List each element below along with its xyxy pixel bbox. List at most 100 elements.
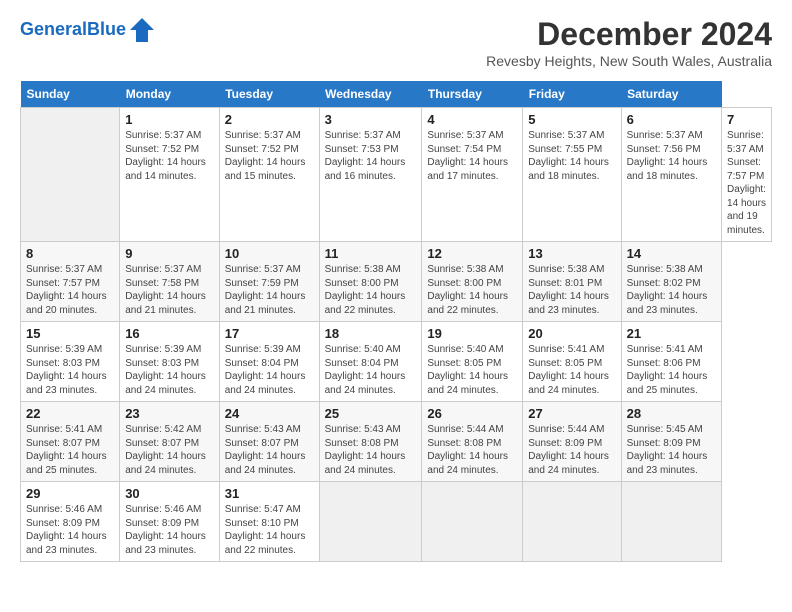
header-row: GeneralBlue December 2024 Revesby Height… [20, 16, 772, 77]
calendar-cell: 3 Sunrise: 5:37 AM Sunset: 7:53 PM Daylig… [319, 108, 422, 242]
calendar-cell: 6 Sunrise: 5:37 AM Sunset: 7:56 PM Daylig… [621, 108, 721, 242]
day-detail: Sunrise: 5:47 AM Sunset: 8:10 PM Dayligh… [225, 503, 314, 557]
logo-icon [128, 16, 156, 44]
calendar-week-4: 22 Sunrise: 5:41 AM Sunset: 8:07 PM Dayli… [21, 402, 772, 482]
calendar-cell: 2Sunrise: 5:37 AM Sunset: 7:52 PM Daylig… [219, 108, 319, 242]
day-number: 3 [325, 112, 417, 127]
calendar-cell: 11 Sunrise: 5:38 AM Sunset: 8:00 PM Dayli… [319, 242, 422, 322]
calendar-cell: 15Sunrise: 5:39 AM Sunset: 8:03 PM Dayli… [21, 322, 120, 402]
calendar-cell [319, 482, 422, 562]
location-title: Revesby Heights, New South Wales, Austra… [486, 53, 772, 69]
day-number: 22 [26, 406, 114, 421]
logo: GeneralBlue [20, 16, 156, 44]
day-detail: Sunrise: 5:37 AM Sunset: 7:57 PM Dayligh… [727, 129, 766, 237]
calendar-cell: 20 Sunrise: 5:41 AM Sunset: 8:05 PM Dayli… [523, 322, 621, 402]
day-detail: Sunrise: 5:37 AM Sunset: 7:53 PM Dayligh… [325, 129, 417, 183]
calendar-cell: 30 Sunrise: 5:46 AM Sunset: 8:09 PM Dayli… [120, 482, 220, 562]
day-number: 29 [26, 486, 114, 501]
day-number: 20 [528, 326, 615, 341]
day-detail: Sunrise: 5:37 AM Sunset: 7:59 PM Dayligh… [225, 263, 314, 317]
day-detail: Sunrise: 5:41 AM Sunset: 8:07 PM Dayligh… [26, 423, 114, 477]
days-header-row: Sunday Monday Tuesday Wednesday Thursday… [21, 81, 772, 108]
calendar-header: Sunday Monday Tuesday Wednesday Thursday… [21, 81, 772, 108]
day-number: 17 [225, 326, 314, 341]
day-number: 11 [325, 246, 417, 261]
calendar-cell: 4 Sunrise: 5:37 AM Sunset: 7:54 PM Daylig… [422, 108, 523, 242]
day-detail: Sunrise: 5:46 AM Sunset: 8:09 PM Dayligh… [125, 503, 214, 557]
calendar-body: 1Sunrise: 5:37 AM Sunset: 7:52 PM Daylig… [21, 108, 772, 562]
calendar-cell: 12Sunrise: 5:38 AM Sunset: 8:00 PM Dayli… [422, 242, 523, 322]
calendar-cell: 17 Sunrise: 5:39 AM Sunset: 8:04 PM Dayli… [219, 322, 319, 402]
day-number: 5 [528, 112, 615, 127]
day-number: 31 [225, 486, 314, 501]
calendar-cell: 25Sunrise: 5:43 AM Sunset: 8:08 PM Dayli… [319, 402, 422, 482]
day-detail: Sunrise: 5:44 AM Sunset: 8:09 PM Dayligh… [528, 423, 615, 477]
day-number: 8 [26, 246, 114, 261]
day-detail: Sunrise: 5:41 AM Sunset: 8:05 PM Dayligh… [528, 343, 615, 397]
calendar-cell: 13 Sunrise: 5:38 AM Sunset: 8:01 PM Dayli… [523, 242, 621, 322]
day-detail: Sunrise: 5:42 AM Sunset: 8:07 PM Dayligh… [125, 423, 214, 477]
day-number: 14 [627, 246, 716, 261]
day-detail: Sunrise: 5:38 AM Sunset: 8:01 PM Dayligh… [528, 263, 615, 317]
calendar-cell: 8 Sunrise: 5:37 AM Sunset: 7:57 PM Daylig… [21, 242, 120, 322]
header-thursday: Thursday [422, 81, 523, 108]
calendar-table: Sunday Monday Tuesday Wednesday Thursday… [20, 81, 772, 562]
day-detail: Sunrise: 5:37 AM Sunset: 7:58 PM Dayligh… [125, 263, 214, 317]
calendar-cell: 19 Sunrise: 5:40 AM Sunset: 8:05 PM Dayli… [422, 322, 523, 402]
logo-text: GeneralBlue [20, 20, 126, 40]
calendar-cell: 23Sunrise: 5:42 AM Sunset: 8:07 PM Dayli… [120, 402, 220, 482]
logo-blue: Blue [87, 19, 126, 39]
calendar-cell: 1Sunrise: 5:37 AM Sunset: 7:52 PM Daylig… [120, 108, 220, 242]
day-number: 19 [427, 326, 517, 341]
day-detail: Sunrise: 5:40 AM Sunset: 8:05 PM Dayligh… [427, 343, 517, 397]
day-number: 28 [627, 406, 716, 421]
header-saturday: Saturday [621, 81, 721, 108]
day-number: 9 [125, 246, 214, 261]
day-number: 21 [627, 326, 716, 341]
calendar-cell: 18Sunrise: 5:40 AM Sunset: 8:04 PM Dayli… [319, 322, 422, 402]
page-container: GeneralBlue December 2024 Revesby Height… [0, 0, 792, 574]
day-number: 27 [528, 406, 615, 421]
day-detail: Sunrise: 5:44 AM Sunset: 8:08 PM Dayligh… [427, 423, 517, 477]
day-number: 13 [528, 246, 615, 261]
day-number: 15 [26, 326, 114, 341]
calendar-week-1: 1Sunrise: 5:37 AM Sunset: 7:52 PM Daylig… [21, 108, 772, 242]
calendar-cell: 7Sunrise: 5:37 AM Sunset: 7:57 PM Daylig… [722, 108, 772, 242]
header-friday: Friday [523, 81, 621, 108]
header-wednesday: Wednesday [319, 81, 422, 108]
day-detail: Sunrise: 5:41 AM Sunset: 8:06 PM Dayligh… [627, 343, 716, 397]
calendar-cell: 9 Sunrise: 5:37 AM Sunset: 7:58 PM Daylig… [120, 242, 220, 322]
calendar-cell [21, 108, 120, 242]
day-number: 4 [427, 112, 517, 127]
calendar-cell: 22 Sunrise: 5:41 AM Sunset: 8:07 PM Dayli… [21, 402, 120, 482]
day-number: 6 [627, 112, 716, 127]
day-detail: Sunrise: 5:37 AM Sunset: 7:54 PM Dayligh… [427, 129, 517, 183]
day-detail: Sunrise: 5:38 AM Sunset: 8:00 PM Dayligh… [325, 263, 417, 317]
day-detail: Sunrise: 5:40 AM Sunset: 8:04 PM Dayligh… [325, 343, 417, 397]
calendar-week-3: 15Sunrise: 5:39 AM Sunset: 8:03 PM Dayli… [21, 322, 772, 402]
calendar-cell: 16Sunrise: 5:39 AM Sunset: 8:03 PM Dayli… [120, 322, 220, 402]
day-detail: Sunrise: 5:37 AM Sunset: 7:52 PM Dayligh… [225, 129, 314, 183]
calendar-cell: 21 Sunrise: 5:41 AM Sunset: 8:06 PM Dayli… [621, 322, 721, 402]
calendar-cell: 26 Sunrise: 5:44 AM Sunset: 8:08 PM Dayli… [422, 402, 523, 482]
day-detail: Sunrise: 5:37 AM Sunset: 7:57 PM Dayligh… [26, 263, 114, 317]
day-number: 30 [125, 486, 214, 501]
day-detail: Sunrise: 5:38 AM Sunset: 8:00 PM Dayligh… [427, 263, 517, 317]
title-block: December 2024 Revesby Heights, New South… [486, 16, 772, 77]
day-detail: Sunrise: 5:37 AM Sunset: 7:55 PM Dayligh… [528, 129, 615, 183]
day-detail: Sunrise: 5:37 AM Sunset: 7:52 PM Dayligh… [125, 129, 214, 183]
logo-general: General [20, 19, 87, 39]
header-sunday: Sunday [21, 81, 120, 108]
day-detail: Sunrise: 5:39 AM Sunset: 8:04 PM Dayligh… [225, 343, 314, 397]
day-number: 25 [325, 406, 417, 421]
header-tuesday: Tuesday [219, 81, 319, 108]
calendar-cell: 28Sunrise: 5:45 AM Sunset: 8:09 PM Dayli… [621, 402, 721, 482]
day-number: 26 [427, 406, 517, 421]
calendar-week-2: 8 Sunrise: 5:37 AM Sunset: 7:57 PM Daylig… [21, 242, 772, 322]
day-number: 24 [225, 406, 314, 421]
header-monday: Monday [120, 81, 220, 108]
day-detail: Sunrise: 5:46 AM Sunset: 8:09 PM Dayligh… [26, 503, 114, 557]
calendar-cell [422, 482, 523, 562]
day-detail: Sunrise: 5:43 AM Sunset: 8:07 PM Dayligh… [225, 423, 314, 477]
day-detail: Sunrise: 5:37 AM Sunset: 7:56 PM Dayligh… [627, 129, 716, 183]
